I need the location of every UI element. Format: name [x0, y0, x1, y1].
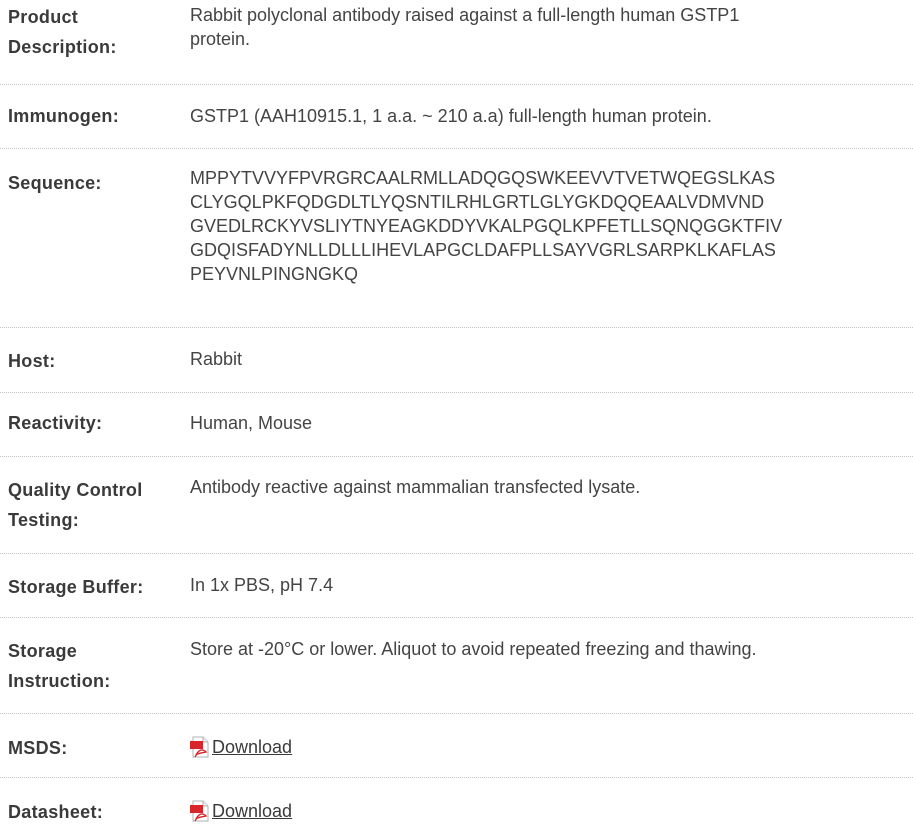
msds-download-link[interactable]: Download	[212, 735, 292, 759]
storage-buffer-value: In 1x PBS, pH 7.4	[190, 575, 334, 595]
storage-instruction-label: Storage Instruction:	[8, 641, 111, 691]
datasheet-download-link[interactable]: Download	[212, 799, 292, 823]
row-divider	[0, 456, 913, 457]
row-divider	[0, 148, 913, 149]
msds-download[interactable]: Download	[190, 735, 292, 764]
host-label: Host:	[8, 351, 56, 371]
row-divider	[0, 84, 913, 85]
product-description-label: Product Description:	[8, 7, 117, 57]
pdf-icon[interactable]	[190, 800, 210, 822]
immunogen-value: GSTP1 (AAH10915.1, 1 a.a. ~ 210 a.a) ful…	[190, 106, 712, 126]
quality-control-label: Quality Control Testing:	[8, 480, 143, 530]
row-divider	[0, 327, 913, 328]
row-divider	[0, 553, 913, 554]
product-description-value: Rabbit polyclonal antibody raised agains…	[190, 5, 740, 49]
host-value: Rabbit	[190, 349, 243, 369]
reactivity-value: Human, Mouse	[190, 413, 313, 433]
storage-buffer-label: Storage Buffer:	[8, 577, 144, 597]
immunogen-label: Immunogen:	[8, 106, 119, 126]
row-divider	[0, 617, 913, 618]
row-divider	[0, 392, 913, 393]
reactivity-label: Reactivity:	[8, 413, 103, 433]
row-divider	[0, 777, 913, 778]
row-divider	[0, 713, 913, 714]
datasheet-label: Datasheet:	[8, 802, 104, 822]
sequence-value: MPPYTVVYFPVRGRCAALRMLLADQGQSWKEEVVTVETWQ…	[190, 168, 783, 284]
quality-control-value: Antibody reactive against mammalian tran…	[190, 477, 641, 497]
sequence-label: Sequence:	[8, 173, 102, 193]
storage-instruction-value: Store at -20°C or lower. Aliquot to avoi…	[190, 639, 757, 659]
datasheet-download[interactable]: Download	[190, 799, 292, 828]
pdf-icon[interactable]	[190, 736, 210, 758]
msds-label: MSDS:	[8, 738, 68, 758]
